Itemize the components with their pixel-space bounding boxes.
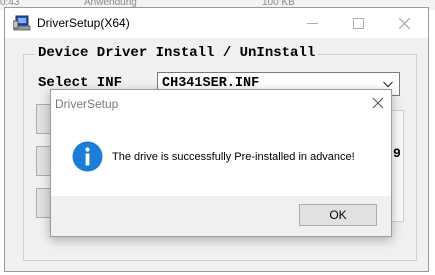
main-titlebar[interactable]: DriverSetup(X64) (5, 8, 428, 38)
dialog-footer: OK (51, 196, 391, 236)
message-dialog: DriverSetup The drive is successfully Pr… (50, 89, 392, 237)
close-icon[interactable] (372, 97, 384, 109)
driver-setup-app-icon (13, 15, 31, 31)
maximize-icon (352, 17, 364, 29)
close-icon (398, 17, 410, 29)
group-title: Device Driver Install / UnInstall (35, 45, 319, 61)
window-close-button[interactable] (381, 8, 427, 38)
dialog-title: DriverSetup (55, 97, 119, 111)
info-icon (72, 141, 103, 172)
minimize-icon (306, 22, 318, 24)
chevron-down-icon (383, 81, 393, 88)
driver-info-partial-text: 9 (393, 146, 401, 161)
ok-button[interactable]: OK (299, 204, 377, 226)
driver-info-panel (390, 110, 404, 222)
window-title: DriverSetup(X64) (37, 16, 130, 30)
maximize-button[interactable] (335, 8, 381, 38)
dialog-message: The drive is successfully Pre-installed … (112, 151, 355, 163)
minimize-button[interactable] (289, 8, 335, 38)
